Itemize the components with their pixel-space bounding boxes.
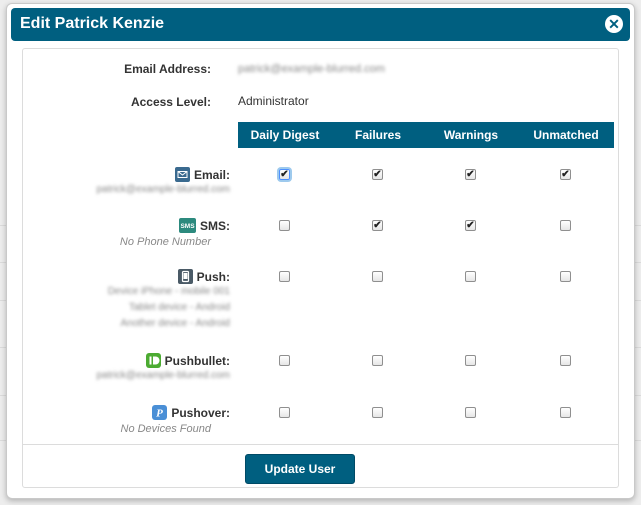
checkbox-pushbullet-1[interactable] xyxy=(372,355,383,366)
row-label-sms: SMS SMS: xyxy=(179,218,230,233)
dialog-title: Edit Patrick Kenzie xyxy=(20,15,165,32)
access-level-label: Access Level: xyxy=(130,95,211,109)
checkbox-email-2[interactable]: ✔ xyxy=(465,169,476,180)
row-label-email: Email: xyxy=(174,167,230,182)
sms-icon: SMS xyxy=(179,218,196,233)
phone-icon xyxy=(177,269,193,284)
checkbox-pushover-1[interactable] xyxy=(372,407,383,418)
row-detail-redacted: Another device - Android xyxy=(120,318,230,329)
svg-text:SMS: SMS xyxy=(180,223,195,230)
checkbox-sms-0[interactable] xyxy=(279,220,290,231)
checkbox-pushbullet-3[interactable] xyxy=(560,355,571,366)
checkbox-email-1[interactable]: ✔ xyxy=(372,169,383,180)
row-label-text: Pushover: xyxy=(171,405,230,420)
column-header-warnings: Warnings xyxy=(424,122,518,148)
access-level-value: Administrator xyxy=(238,94,309,108)
dialog-titlebar: Edit Patrick Kenzie ✕ xyxy=(11,8,630,41)
svg-text:P: P xyxy=(156,408,163,420)
checkbox-pushover-3[interactable] xyxy=(560,407,571,418)
close-icon[interactable]: ✕ xyxy=(605,15,623,33)
row-label-text: SMS: xyxy=(200,218,230,233)
row-detail-redacted: Device iPhone - mobile 001 xyxy=(107,286,230,297)
edit-user-dialog: Edit Patrick Kenzie ✕ Email Address: pat… xyxy=(6,3,635,499)
row-detail-redacted: Tablet device - Android xyxy=(128,302,230,313)
row-label-text: Pushbullet: xyxy=(164,353,230,368)
checkbox-pushbullet-2[interactable] xyxy=(465,355,476,366)
checkbox-push-3[interactable] xyxy=(560,271,571,282)
row-label-text: Email: xyxy=(193,167,230,182)
checkbox-sms-3[interactable] xyxy=(560,220,571,231)
row-detail-redacted: patrick@example-blurred.com xyxy=(96,370,230,381)
checkbox-sms-2[interactable]: ✔ xyxy=(465,220,476,231)
envelope-icon xyxy=(174,167,190,182)
row-label-pushbullet: Pushbullet: xyxy=(145,353,230,368)
email-address-label: Email Address: xyxy=(124,62,211,76)
settings-panel: Email Address: patrick@example-blurred.c… xyxy=(22,48,619,488)
checkbox-sms-1[interactable]: ✔ xyxy=(372,220,383,231)
footer-divider xyxy=(23,444,618,445)
row-label-text: Push: xyxy=(196,269,230,284)
pushover-icon: P xyxy=(152,405,168,420)
checkbox-push-1[interactable] xyxy=(372,271,383,282)
column-header-daily-digest: Daily Digest xyxy=(238,122,332,148)
column-header-failures: Failures xyxy=(332,122,424,148)
checkbox-email-0[interactable]: ✔ xyxy=(279,169,290,180)
checkbox-pushover-0[interactable] xyxy=(279,407,290,418)
row-label-push: Push: xyxy=(177,269,230,284)
row-label-pushover: P Pushover: xyxy=(152,405,230,420)
column-header-unmatched: Unmatched xyxy=(518,122,614,148)
update-user-button[interactable]: Update User xyxy=(245,454,355,484)
row-detail-redacted: patrick@example-blurred.com xyxy=(96,184,230,195)
row-detail-note: No Devices Found xyxy=(120,423,212,435)
checkbox-email-3[interactable]: ✔ xyxy=(560,169,571,180)
checkbox-pushbullet-0[interactable] xyxy=(279,355,290,366)
checkbox-push-2[interactable] xyxy=(465,271,476,282)
pushbullet-icon xyxy=(145,353,161,368)
checkbox-pushover-2[interactable] xyxy=(465,407,476,418)
row-detail-note: No Phone Number xyxy=(119,236,211,248)
email-address-value: patrick@example-blurred.com xyxy=(238,63,385,75)
checkbox-push-0[interactable] xyxy=(279,271,290,282)
